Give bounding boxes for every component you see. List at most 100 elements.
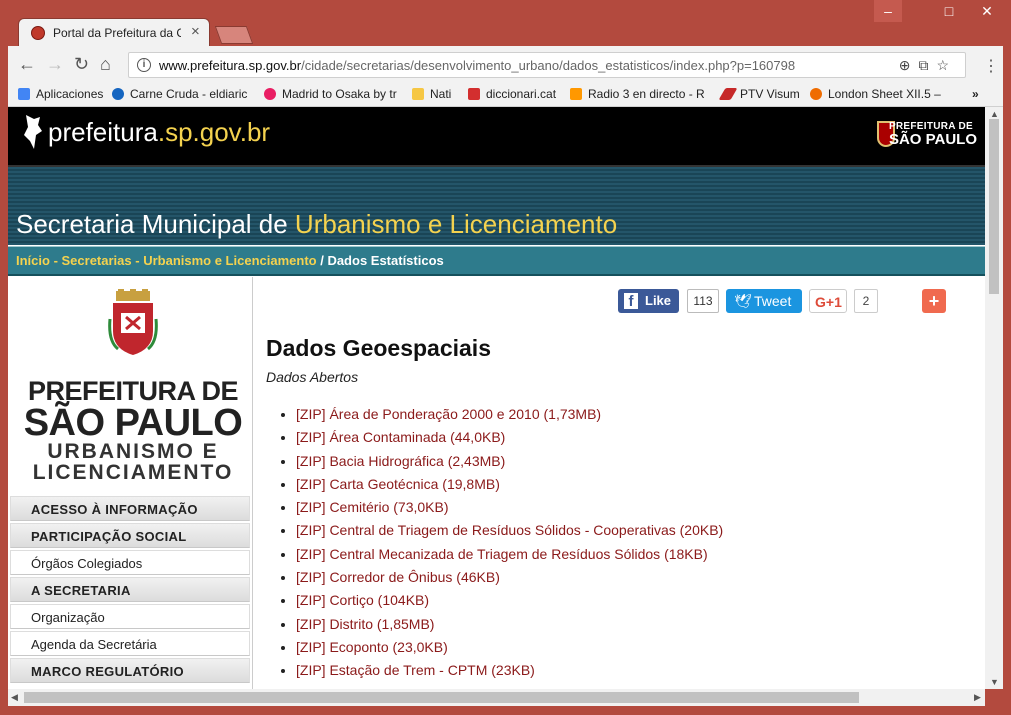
back-arrow-icon[interactable]: ← xyxy=(18,54,36,75)
apps-grid-icon xyxy=(18,88,30,100)
browser-toolbar: ← → ↻ ⌂ i www.prefeitura.sp.gov.br/cidad… xyxy=(8,46,1003,84)
reload-icon[interactable]: ↻ xyxy=(74,54,89,75)
list-item: [ZIP] Bacia Hidrográfica (2,43MB) xyxy=(296,450,723,473)
twitter-bird-icon: 🕊 xyxy=(734,293,752,309)
home-icon[interactable]: ⌂ xyxy=(100,54,111,75)
bookmark-item[interactable]: diccionari.cat xyxy=(468,87,556,101)
list-item: [ZIP] Cortiço (104KB) xyxy=(296,589,723,612)
breadcrumb-separator: - xyxy=(49,253,62,268)
breadcrumb-secretarias-link[interactable]: Secretarias xyxy=(62,253,132,268)
google-plus-icon: G+1 xyxy=(815,294,842,310)
sidebar-menu: ACESSO À INFORMAÇÃO PARTICIPAÇÃO SOCIAL … xyxy=(10,496,250,685)
google-plus-button[interactable]: G+1 xyxy=(809,289,847,313)
close-window-button[interactable]: ✕ xyxy=(972,0,1002,22)
like-count: 113 xyxy=(687,289,719,313)
secretaria-logo: PREFEITURA DE SÃO PAULO URBANISMO E LICE… xyxy=(18,289,248,489)
share-plus-button[interactable]: + xyxy=(922,289,946,313)
breadcrumb-urbanismo-link[interactable]: Urbanismo e Licenciamento xyxy=(143,253,316,268)
tab-close-icon[interactable]: × xyxy=(191,23,200,40)
folder-icon xyxy=(412,88,424,100)
more-bookmarks-button[interactable]: » xyxy=(972,87,979,101)
file-download-link[interactable]: [ZIP] Ecoponto (23,0KB) xyxy=(296,639,448,655)
breadcrumb: Início - Secretarias - Urbanismo e Licen… xyxy=(8,246,985,276)
breadcrumb-separator: - xyxy=(131,253,144,268)
horizontal-scrollbar[interactable]: ◀ ▶ xyxy=(8,689,985,706)
menu-marco-regulatorio[interactable]: MARCO REGULATÓRIO xyxy=(10,658,250,683)
logo-line: URBANISMO E xyxy=(47,440,219,463)
list-item: [ZIP] Ecoponto (23,0KB) xyxy=(296,636,723,659)
bookmark-item[interactable]: Nati xyxy=(412,87,451,101)
scroll-up-icon[interactable]: ▲ xyxy=(990,109,999,119)
file-download-link[interactable]: [ZIP] Área Contaminada (44,0KB) xyxy=(296,429,505,445)
secretaria-banner: Secretaria Municipal de Urbanismo e Lice… xyxy=(8,167,985,245)
horizontal-scroll-thumb[interactable] xyxy=(24,692,859,703)
bookmark-favicon-icon xyxy=(810,88,822,100)
file-download-link[interactable]: [ZIP] Cortiço (104KB) xyxy=(296,592,429,608)
file-download-link[interactable]: [ZIP] Estação de Trem - CPTM (23KB) xyxy=(296,662,535,678)
breadcrumb-inicio-link[interactable]: Início xyxy=(16,253,50,268)
scroll-down-icon[interactable]: ▼ xyxy=(990,677,999,687)
list-item: [ZIP] Carta Geotécnica (19,8MB) xyxy=(296,473,723,496)
menu-agenda-secretaria[interactable]: Agenda da Secretária xyxy=(10,631,250,656)
facebook-like-button[interactable]: f Like xyxy=(618,289,679,313)
menu-a-secretaria[interactable]: A SECRETARIA xyxy=(10,577,250,602)
minimize-button[interactable]: – xyxy=(874,0,902,22)
bookmarks-bar: Aplicaciones Carne Cruda - eldiaric Madr… xyxy=(8,84,1003,107)
menu-participacao-social[interactable]: PARTICIPAÇÃO SOCIAL xyxy=(10,523,250,548)
menu-organizacao[interactable]: Organização xyxy=(10,604,250,629)
browser-window: Portal da Prefeitura da Ci × – □ ✕ ← → ↻… xyxy=(0,0,1011,715)
sidebar: PREFEITURA DE SÃO PAULO URBANISMO E LICE… xyxy=(8,277,253,689)
scroll-left-icon[interactable]: ◀ xyxy=(11,692,18,703)
site-logo[interactable]: prefeitura.sp.gov.br xyxy=(22,113,270,153)
menu-acesso-informacao[interactable]: ACESSO À INFORMAÇÃO xyxy=(10,496,250,521)
breadcrumb-separator: / xyxy=(316,253,328,268)
bookmark-item[interactable]: Carne Cruda - eldiaric xyxy=(112,87,247,101)
file-download-link[interactable]: [ZIP] Central Mecanizada de Triagem de R… xyxy=(296,546,708,562)
file-list: [ZIP] Área de Ponderação 2000 e 2010 (1,… xyxy=(282,403,723,683)
facebook-icon: f xyxy=(624,293,638,310)
address-bar[interactable]: i www.prefeitura.sp.gov.br/cidade/secret… xyxy=(128,52,966,78)
file-download-link[interactable]: [ZIP] Carta Geotécnica (19,8MB) xyxy=(296,476,500,492)
omnibox-actions: ⊕⧉☆ xyxy=(899,57,957,74)
new-tab-button[interactable] xyxy=(214,26,254,44)
info-icon[interactable]: i xyxy=(137,58,151,72)
list-item: [ZIP] Área Contaminada (44,0KB) xyxy=(296,426,723,449)
page-title: Dados Geoespaciais xyxy=(266,335,491,361)
title-bar: Portal da Prefeitura da Ci × – □ ✕ xyxy=(0,0,1011,46)
browser-tab[interactable]: Portal da Prefeitura da Ci × xyxy=(18,18,210,46)
vertical-scroll-thumb[interactable] xyxy=(989,119,999,294)
list-item: [ZIP] Cemitério (73,0KB) xyxy=(296,496,723,519)
prefeitura-brand: PREFEITURA DE SÃO PAULO xyxy=(888,121,977,148)
like-label: Like xyxy=(645,293,672,308)
tweet-label: Tweet xyxy=(754,293,792,309)
file-download-link[interactable]: [ZIP] Distrito (1,85MB) xyxy=(296,616,434,632)
file-download-link[interactable]: [ZIP] Área de Ponderação 2000 e 2010 (1,… xyxy=(296,406,601,422)
bookmark-favicon-icon xyxy=(468,88,480,100)
list-item: [ZIP] Corredor de Ônibus (46KB) xyxy=(296,566,723,589)
google-plus-count: 2 xyxy=(854,289,878,313)
scroll-right-icon[interactable]: ▶ xyxy=(974,692,981,703)
file-download-link[interactable]: [ZIP] Central de Triagem de Resíduos Sól… xyxy=(296,522,723,538)
bookmark-favicon-icon xyxy=(718,88,738,100)
menu-orgaos-colegiados[interactable]: Órgãos Colegiados xyxy=(10,550,250,575)
tweet-button[interactable]: 🕊 Tweet xyxy=(726,289,802,313)
zoom-icon[interactable]: ⊕ xyxy=(899,57,919,73)
sp-map-logo-icon xyxy=(24,115,42,149)
bookmark-item[interactable]: Aplicaciones xyxy=(18,87,103,101)
bookmark-star-icon[interactable]: ☆ xyxy=(936,57,957,73)
forward-arrow-icon[interactable]: → xyxy=(46,54,64,75)
bookmark-item[interactable]: Madrid to Osaka by tr xyxy=(264,87,397,101)
bookmark-item[interactable]: Radio 3 en directo - R xyxy=(570,87,705,101)
file-download-link[interactable]: [ZIP] Corredor de Ônibus (46KB) xyxy=(296,569,500,585)
bookmark-item[interactable]: PTV Visum xyxy=(718,87,800,101)
bookmark-item[interactable]: London Sheet XII.5 – xyxy=(810,87,941,101)
site-favicon-icon xyxy=(31,26,45,40)
list-item: [ZIP] Área de Ponderação 2000 e 2010 (1,… xyxy=(296,403,723,426)
file-download-link[interactable]: [ZIP] Bacia Hidrográfica (2,43MB) xyxy=(296,453,505,469)
browser-menu-icon[interactable]: ⋮ xyxy=(983,56,999,76)
logo-line: PREFEITURA DE xyxy=(27,376,239,406)
maximize-button[interactable]: □ xyxy=(935,0,963,22)
file-download-link[interactable]: [ZIP] Cemitério (73,0KB) xyxy=(296,499,449,515)
vertical-scrollbar[interactable]: ▲ ▼ xyxy=(985,107,1003,689)
translate-icon[interactable]: ⧉ xyxy=(918,57,936,73)
